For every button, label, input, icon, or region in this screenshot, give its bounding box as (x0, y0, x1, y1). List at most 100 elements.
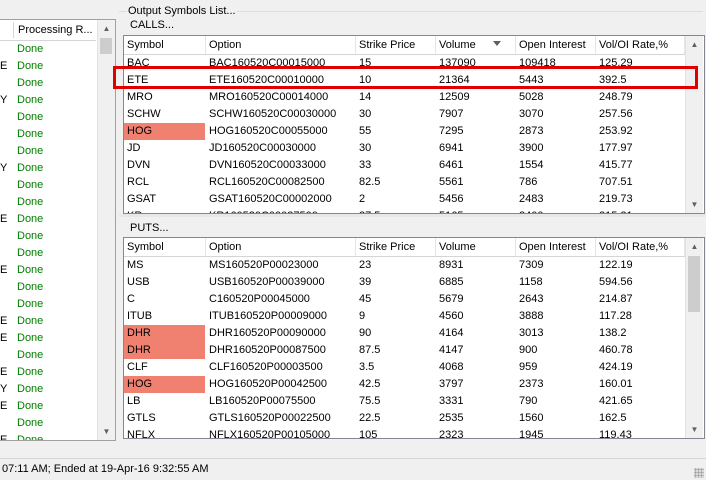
processing-row[interactable]: Done (0, 279, 96, 296)
processing-row[interactable]: E Done (0, 364, 96, 381)
processing-row[interactable]: Done (0, 41, 96, 58)
processing-row[interactable]: Done (0, 296, 96, 313)
strike-price-cell: 22.5 (359, 412, 381, 424)
processing-row[interactable]: E Done (0, 398, 96, 415)
symbol-cell: GTLS (127, 412, 156, 424)
scroll-up-icon[interactable]: ▲ (98, 20, 115, 37)
processing-row[interactable]: Done (0, 245, 96, 262)
option-column-header[interactable]: Option (206, 238, 356, 256)
table-row[interactable]: DHR DHR160520P00087500 87.5 4147 900 460.78 (124, 342, 685, 359)
table-row[interactable]: JD JD160520C00030000 30 6941 3900 177.97 (124, 140, 685, 157)
processing-row[interactable]: Done (0, 75, 96, 92)
volume-column-header[interactable]: Volume (436, 36, 516, 54)
table-row[interactable]: MS MS160520P00023000 23 8931 7309 122.19 (124, 257, 685, 274)
processing-row-status: Done (17, 281, 44, 293)
processing-row[interactable]: Done (0, 126, 96, 143)
processing-row-status: Done (17, 145, 44, 157)
processing-row-status: Done (17, 230, 44, 242)
processing-row[interactable]: Done (0, 143, 96, 160)
symbol-cell: CLF (127, 361, 148, 373)
status-text: 07:11 AM; Ended at 19-Apr-16 9:32:55 AM (2, 463, 209, 475)
table-row[interactable]: SCHW SCHW160520C00030000 30 7907 3070 257.56 (124, 106, 685, 123)
scroll-up-icon[interactable]: ▲ (686, 36, 703, 53)
puts-table[interactable]: Symbol Option Strike Price Volume Open Inter… (123, 237, 705, 439)
table-row[interactable]: MRO MRO160520C00014000 14 12509 5028 248.79 (124, 89, 685, 106)
table-row[interactable]: CLF CLF160520P00003500 3.5 4068 959 424.19 (124, 359, 685, 376)
processing-row[interactable]: E Done (0, 211, 96, 228)
processing-list[interactable]: Processing R... Done E Done Done Y Done Done Do… (0, 19, 116, 441)
volume-cell: 6941 (439, 142, 464, 154)
processing-row[interactable]: Done (0, 347, 96, 364)
processing-row[interactable]: Y Done (0, 92, 96, 109)
option-column-header[interactable]: Option (206, 36, 356, 54)
scroll-up-icon[interactable]: ▲ (686, 238, 703, 255)
column-separator[interactable] (13, 22, 14, 38)
scroll-down-icon[interactable]: ▼ (686, 196, 703, 213)
resize-grip-icon[interactable] (694, 468, 704, 478)
processing-result-column-header[interactable]: Processing R... (18, 24, 93, 36)
open-interest-cell: 2483 (519, 193, 544, 205)
scroll-down-icon[interactable]: ▼ (686, 421, 703, 438)
open-interest-column-header[interactable]: Open Interest (516, 36, 596, 54)
processing-list-header[interactable]: Processing R... (0, 20, 96, 41)
processing-row[interactable]: Done (0, 194, 96, 211)
processing-row[interactable]: Done (0, 415, 96, 432)
processing-row-symbol: Y (0, 383, 8, 395)
strike-price-column-header[interactable]: Strike Price (356, 238, 436, 256)
table-row[interactable]: C C160520P00045000 45 5679 2643 214.87 (124, 291, 685, 308)
strike-price-column-header[interactable]: Strike Price (356, 36, 436, 54)
table-row[interactable]: BAC BAC160520C00015000 15 137090 109418 125.2… (124, 55, 685, 72)
processing-row[interactable]: Done (0, 109, 96, 126)
puts-table-scrollbar[interactable]: ▲ ▼ (685, 238, 703, 438)
strike-price-cell: 45 (359, 293, 372, 305)
option-cell: RCL160520C00082500 (209, 176, 325, 188)
table-row[interactable]: LB LB160520P00075500 75.5 3331 790 421.65 (124, 393, 685, 410)
table-row[interactable]: NFLX NFLX160520P00105000 105 2323 1945 119.43 (124, 427, 685, 438)
splitter[interactable] (119, 214, 706, 217)
vol-oi-rate-cell: 122.19 (599, 259, 633, 271)
processing-row[interactable]: E Done (0, 58, 96, 75)
symbol-column-header[interactable]: Symbol (124, 238, 206, 256)
volume-column-header[interactable]: Volume (436, 238, 516, 256)
table-row[interactable]: USB USB160520P00039000 39 6885 1158 594.56 (124, 274, 685, 291)
processing-row[interactable]: E Done (0, 313, 96, 330)
table-row[interactable]: GSAT GSAT160520C00002000 2 5456 2483 219.73 (124, 191, 685, 208)
processing-row[interactable]: Y Done (0, 160, 96, 177)
calls-table-scrollbar[interactable]: ▲ ▼ (685, 36, 703, 213)
strike-price-cell: 23 (359, 259, 372, 271)
scroll-thumb[interactable] (688, 256, 700, 312)
strike-price-cell: 90 (359, 327, 372, 339)
volume-cell: 8931 (439, 259, 464, 271)
processing-list-scrollbar[interactable]: ▲ ▼ (97, 20, 115, 440)
open-interest-cell: 1554 (519, 159, 544, 171)
table-row[interactable]: RCL RCL160520C00082500 82.5 5561 786 707.51 (124, 174, 685, 191)
processing-row[interactable]: E Done (0, 262, 96, 279)
volume-cell: 3331 (439, 395, 464, 407)
symbol-column-header[interactable]: Symbol (124, 36, 206, 54)
symbol-cell: MS (127, 259, 144, 271)
vol-oi-rate-column-header[interactable]: Vol/OI Rate,% (596, 36, 685, 54)
processing-row[interactable]: Done (0, 228, 96, 245)
volume-cell: 6885 (439, 276, 464, 288)
table-row[interactable]: ITUB ITUB160520P00009000 9 4560 3888 117.28 (124, 308, 685, 325)
processing-row[interactable]: E Done (0, 330, 96, 347)
scroll-thumb[interactable] (100, 38, 112, 54)
open-interest-column-header[interactable]: Open Interest (516, 238, 596, 256)
table-row[interactable]: HOG HOG160520P00042500 42.5 3797 2373 160.01 (124, 376, 685, 393)
processing-row[interactable]: E Done (0, 432, 96, 440)
open-interest-cell: 786 (519, 176, 538, 188)
open-interest-cell: 790 (519, 395, 538, 407)
table-row[interactable]: HOG HOG160520C00055000 55 7295 2873 253.92 (124, 123, 685, 140)
open-interest-cell: 900 (519, 344, 538, 356)
table-row[interactable]: DVN DVN160520C00033000 33 6461 1554 415.77 (124, 157, 685, 174)
table-row[interactable]: DHR DHR160520P00090000 90 4164 3013 138.2 (124, 325, 685, 342)
scroll-down-icon[interactable]: ▼ (98, 423, 115, 440)
processing-row[interactable]: Done (0, 177, 96, 194)
option-cell: ITUB160520P00009000 (209, 310, 328, 322)
processing-row[interactable]: Y Done (0, 381, 96, 398)
calls-table[interactable]: Symbol Option Strike Price Volume Open Inter… (123, 35, 705, 214)
vol-oi-rate-column-header[interactable]: Vol/OI Rate,% (596, 238, 685, 256)
sort-descending-icon[interactable] (493, 41, 501, 46)
table-row[interactable]: GTLS GTLS160520P00022500 22.5 2535 1560 162.5 (124, 410, 685, 427)
table-row[interactable]: ETE ETE160520C00010000 10 21364 5443 392.5 (124, 72, 685, 89)
